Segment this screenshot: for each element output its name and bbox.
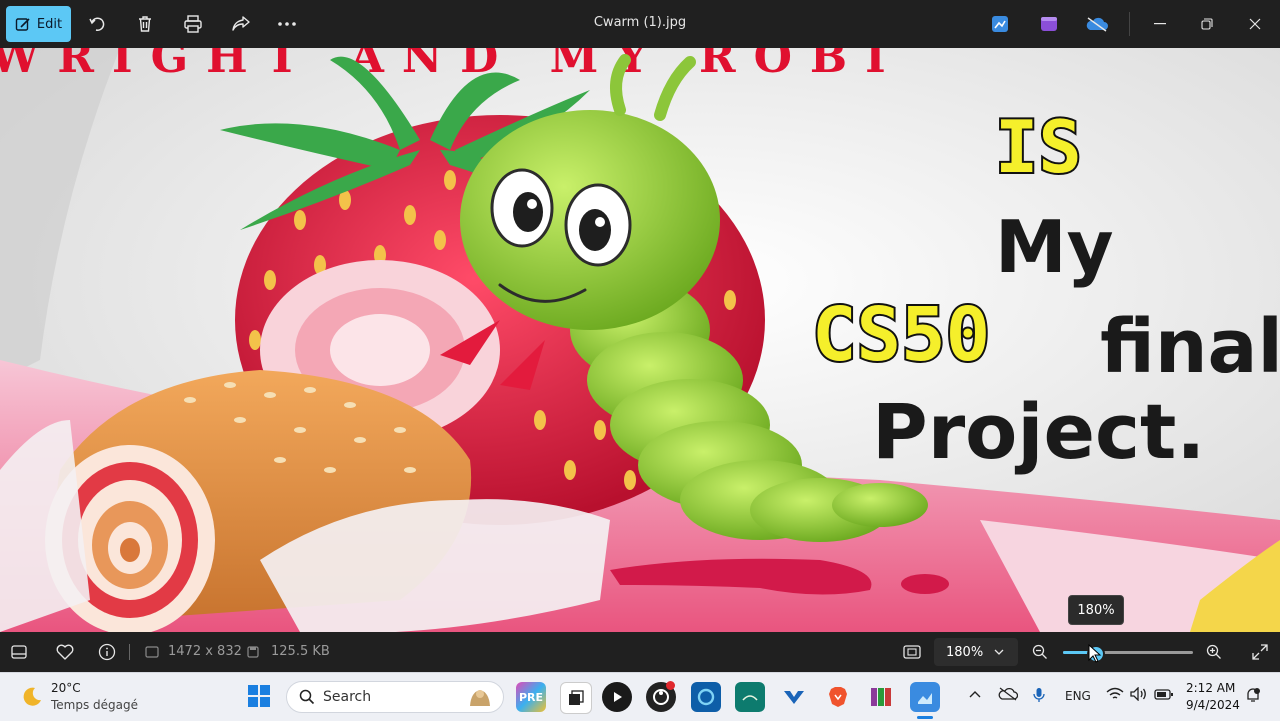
brave-browser-icon[interactable] <box>823 682 853 712</box>
text-cs50: CS50 <box>812 292 990 378</box>
filmstrip-icon[interactable] <box>8 641 30 663</box>
status-divider <box>129 644 130 660</box>
onedrive-tray-icon[interactable] <box>998 687 1019 704</box>
banner-text: WRIGHT AND MY ROBI <box>0 48 904 83</box>
winrar-icon[interactable] <box>866 682 896 712</box>
wifi-icon[interactable] <box>1106 687 1124 704</box>
info-icon[interactable] <box>96 641 118 663</box>
start-windows-icon[interactable] <box>248 685 270 711</box>
notification-badge <box>666 681 675 690</box>
show-hidden-icons-icon[interactable] <box>969 687 981 701</box>
clock-date[interactable]: 9/4/2024 <box>1186 698 1240 712</box>
microphone-icon[interactable] <box>1033 687 1045 706</box>
edit-image-icon <box>15 18 30 31</box>
chevron-down-icon <box>994 649 1004 655</box>
notifications-icon[interactable] <box>1245 687 1261 706</box>
image-editor-icon[interactable] <box>988 12 1012 36</box>
vpn-app-icon[interactable] <box>779 682 809 712</box>
search-highlight-icon <box>470 690 490 706</box>
window-title: Cwarm (1).jpg <box>593 15 687 30</box>
dimensions-icon <box>141 641 163 663</box>
battery-icon[interactable] <box>1154 687 1174 704</box>
file-size-icon <box>242 641 264 663</box>
quran-app-icon[interactable] <box>735 682 765 712</box>
fit-to-window-icon[interactable] <box>901 641 923 663</box>
delete-icon[interactable] <box>133 12 157 36</box>
weather-description[interactable]: Temps dégagé <box>51 698 138 712</box>
weather-moon-icon[interactable] <box>20 685 44 713</box>
zoom-level-dropdown[interactable]: 180% <box>934 638 1018 666</box>
zoom-level-value: 180% <box>946 644 984 660</box>
edit-button[interactable]: Edit <box>6 6 71 42</box>
displayed-image: WRIGHT AND MY ROBI IS My CS50 final Proj… <box>0 48 1280 632</box>
photos-app-icon[interactable] <box>910 682 940 712</box>
clock-time[interactable]: 2:12 AM <box>1186 681 1235 695</box>
rotate-icon[interactable] <box>85 12 109 36</box>
toolbar-divider <box>1129 12 1130 36</box>
weather-temperature[interactable]: 20°C <box>51 681 81 695</box>
zoom-in-icon[interactable] <box>1203 641 1225 663</box>
active-app-indicator <box>917 716 933 719</box>
volume-icon[interactable] <box>1130 686 1148 704</box>
minimize-button[interactable] <box>1148 12 1172 36</box>
search-icon <box>299 689 315 705</box>
file-size: 125.5 KB <box>271 644 330 659</box>
image-viewport[interactable]: WRIGHT AND MY ROBI IS My CS50 final Proj… <box>0 48 1280 632</box>
text-my: My <box>995 205 1114 289</box>
onedrive-sync-icon[interactable] <box>1085 12 1109 36</box>
edge-dev-icon[interactable] <box>691 682 721 712</box>
print-icon[interactable] <box>181 12 205 36</box>
text-is: IS <box>995 105 1082 189</box>
copilot-icon[interactable]: PRE <box>516 682 546 712</box>
close-button[interactable] <box>1243 12 1267 36</box>
text-project: Project. <box>872 387 1205 476</box>
app-toolbar: Edit Cwarm (1).jpg <box>0 0 1280 48</box>
clipchamp-icon[interactable] <box>1037 12 1061 36</box>
zoom-out-icon[interactable] <box>1029 641 1051 663</box>
full-screen-icon[interactable] <box>1249 641 1271 663</box>
more-options-icon[interactable] <box>275 12 299 36</box>
restore-button[interactable] <box>1195 12 1219 36</box>
edit-label: Edit <box>36 16 63 32</box>
search-placeholder: Search <box>323 689 372 705</box>
taskbar-search[interactable]: Search <box>286 681 504 713</box>
windows-taskbar: 20°C Temps dégagé Search PRE ENG 2:12 AM… <box>0 672 1280 721</box>
favorite-heart-icon[interactable] <box>54 641 76 663</box>
media-player-icon[interactable] <box>602 682 632 712</box>
mouse-cursor-icon <box>1088 644 1102 663</box>
text-final: final <box>1100 304 1280 390</box>
zoom-slider[interactable] <box>1063 645 1193 663</box>
image-dimensions: 1472 x 832 <box>168 644 242 659</box>
task-view-icon[interactable] <box>560 682 592 714</box>
input-language[interactable]: ENG <box>1065 689 1091 703</box>
share-icon[interactable] <box>229 12 253 36</box>
zoom-tooltip: 180% <box>1068 595 1124 625</box>
